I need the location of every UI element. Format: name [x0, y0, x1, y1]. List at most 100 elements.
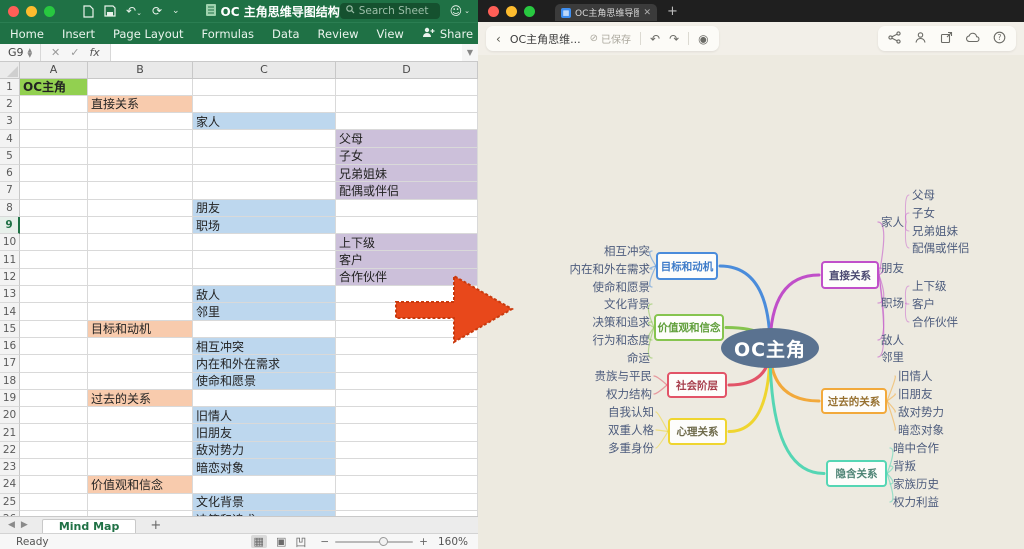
cell-D10[interactable]: 上下级 [336, 234, 478, 251]
cell-C16[interactable]: 相互冲突 [193, 338, 336, 355]
row-header-10[interactable]: 10 [0, 234, 20, 251]
cell-C11[interactable] [193, 251, 336, 268]
cell-B14[interactable] [88, 303, 193, 320]
page-break-view-icon[interactable]: 凹 [295, 534, 306, 549]
zoom-out-icon[interactable]: − [320, 536, 329, 548]
cell-D4[interactable]: 父母 [336, 130, 478, 147]
cell-D25[interactable] [336, 494, 478, 511]
ribbon-tab-data[interactable]: Data [272, 27, 299, 41]
mindmap-branch-4[interactable]: 直接关系 [821, 261, 879, 289]
cell-B3[interactable] [88, 113, 193, 130]
cell-B15[interactable]: 目标和动机 [88, 321, 193, 338]
undo-icon[interactable]: ↶⌄ [126, 4, 142, 18]
cell-B21[interactable] [88, 424, 193, 441]
cell-B13[interactable] [88, 286, 193, 303]
ribbon-tab-page-layout[interactable]: Page Layout [113, 27, 184, 41]
cell-B8[interactable] [88, 200, 193, 217]
mindmap-branch-0[interactable]: 目标和动机 [656, 252, 718, 280]
cell-A5[interactable] [20, 148, 88, 165]
cell-A10[interactable] [20, 234, 88, 251]
confirm-entry-icon[interactable]: ✓ [70, 46, 79, 59]
mindmap-leaf[interactable]: 合作伙伴 [912, 314, 958, 330]
share-button[interactable]: Share ⌄ [422, 27, 484, 41]
row-header-8[interactable]: 8 [0, 200, 20, 217]
cell-A22[interactable] [20, 442, 88, 459]
help-icon[interactable]: ? [993, 31, 1006, 47]
cell-C21[interactable]: 旧朋友 [193, 424, 336, 441]
page-layout-view-icon[interactable]: ▣ [276, 535, 286, 548]
cell-A11[interactable] [20, 251, 88, 268]
mindmap-leaf[interactable]: 旧情人 [898, 368, 933, 384]
mindmap-doc-title[interactable]: OC主角思维... [510, 31, 581, 47]
mindmap-leaf[interactable]: 相互冲突 [604, 243, 650, 259]
select-all-corner[interactable] [0, 62, 20, 79]
new-document-icon[interactable] [83, 5, 94, 18]
mindmap-leaf[interactable]: 暗中合作 [893, 440, 939, 456]
new-tab-button[interactable]: + [667, 4, 678, 19]
cell-D1[interactable] [336, 79, 478, 96]
cell-B7[interactable] [88, 182, 193, 199]
mindmap-leaf[interactable]: 文化背景 [604, 296, 650, 312]
cell-A14[interactable] [20, 303, 88, 320]
function-icon[interactable]: fx [89, 46, 99, 59]
cell-C14[interactable]: 邻里 [193, 303, 336, 320]
mindmap-leaf[interactable]: 上下级 [912, 278, 947, 294]
close-window-button[interactable] [8, 6, 19, 17]
cell-B24[interactable]: 价值观和信念 [88, 476, 193, 493]
zoom-slider-knob[interactable] [379, 537, 388, 546]
cell-B22[interactable] [88, 442, 193, 459]
mindmap-leaf[interactable]: 权力结构 [606, 386, 652, 402]
cell-A19[interactable] [20, 390, 88, 407]
cellref-stepper[interactable]: ▲▼ [28, 48, 33, 58]
cell-A21[interactable] [20, 424, 88, 441]
row-header-6[interactable]: 6 [0, 165, 20, 182]
cell-C13[interactable]: 敌人 [193, 286, 336, 303]
mindmap-leaf[interactable]: 兄弟姐妹 [912, 223, 958, 239]
cell-A8[interactable] [20, 200, 88, 217]
cell-C18[interactable]: 使命和愿景 [193, 373, 336, 390]
cell-A13[interactable] [20, 286, 88, 303]
cell-C12[interactable] [193, 269, 336, 286]
cell-C1[interactable] [193, 79, 336, 96]
cell-A23[interactable] [20, 459, 88, 476]
cell-D20[interactable] [336, 407, 478, 424]
row-header-11[interactable]: 11 [0, 251, 20, 268]
cell-A7[interactable] [20, 182, 88, 199]
ribbon-tab-review[interactable]: Review [318, 27, 359, 41]
ribbon-tab-view[interactable]: View [377, 27, 404, 41]
tab-close-icon[interactable]: ✕ [643, 8, 651, 18]
cell-A2[interactable] [20, 96, 88, 113]
cell-C9[interactable]: 职场 [193, 217, 336, 234]
cell-B5[interactable] [88, 148, 193, 165]
back-icon[interactable]: ‹ [496, 32, 501, 46]
formulabar-expand-icon[interactable]: ▼ [462, 48, 478, 57]
row-header-1[interactable]: 1 [0, 79, 20, 96]
collaborator-icon[interactable] [914, 31, 927, 47]
cell-D21[interactable] [336, 424, 478, 441]
row-header-16[interactable]: 16 [0, 338, 20, 355]
cell-D9[interactable] [336, 217, 478, 234]
mindmap-leaf[interactable]: 职场 [881, 295, 904, 311]
cancel-entry-icon[interactable]: ✕ [51, 46, 60, 59]
mindmap-leaf[interactable]: 配偶或伴侣 [912, 240, 970, 256]
cell-A17[interactable] [20, 355, 88, 372]
cell-B23[interactable] [88, 459, 193, 476]
row-header-5[interactable]: 5 [0, 148, 20, 165]
cell-B12[interactable] [88, 269, 193, 286]
present-play-icon[interactable]: ◉ [698, 32, 708, 46]
cell-B2[interactable]: 直接关系 [88, 96, 193, 113]
zoom-in-icon[interactable]: + [419, 536, 428, 548]
cell-C20[interactable]: 旧情人 [193, 407, 336, 424]
cell-C2[interactable] [193, 96, 336, 113]
mindmap-leaf[interactable]: 贵族与平民 [595, 368, 653, 384]
mindmap-leaf[interactable]: 决策和追求 [593, 314, 651, 330]
zoom-window-button[interactable] [44, 6, 55, 17]
open-external-icon[interactable] [940, 31, 953, 47]
zoom-slider[interactable] [335, 541, 413, 543]
cell-C24[interactable] [193, 476, 336, 493]
browser-zoom-button[interactable] [524, 6, 535, 17]
mindmap-branch-3[interactable]: 心理关系 [668, 418, 727, 445]
row-header-4[interactable]: 4 [0, 130, 20, 147]
redo-icon[interactable]: ↷ [669, 32, 679, 46]
mindmap-leaf[interactable]: 父母 [912, 187, 935, 203]
